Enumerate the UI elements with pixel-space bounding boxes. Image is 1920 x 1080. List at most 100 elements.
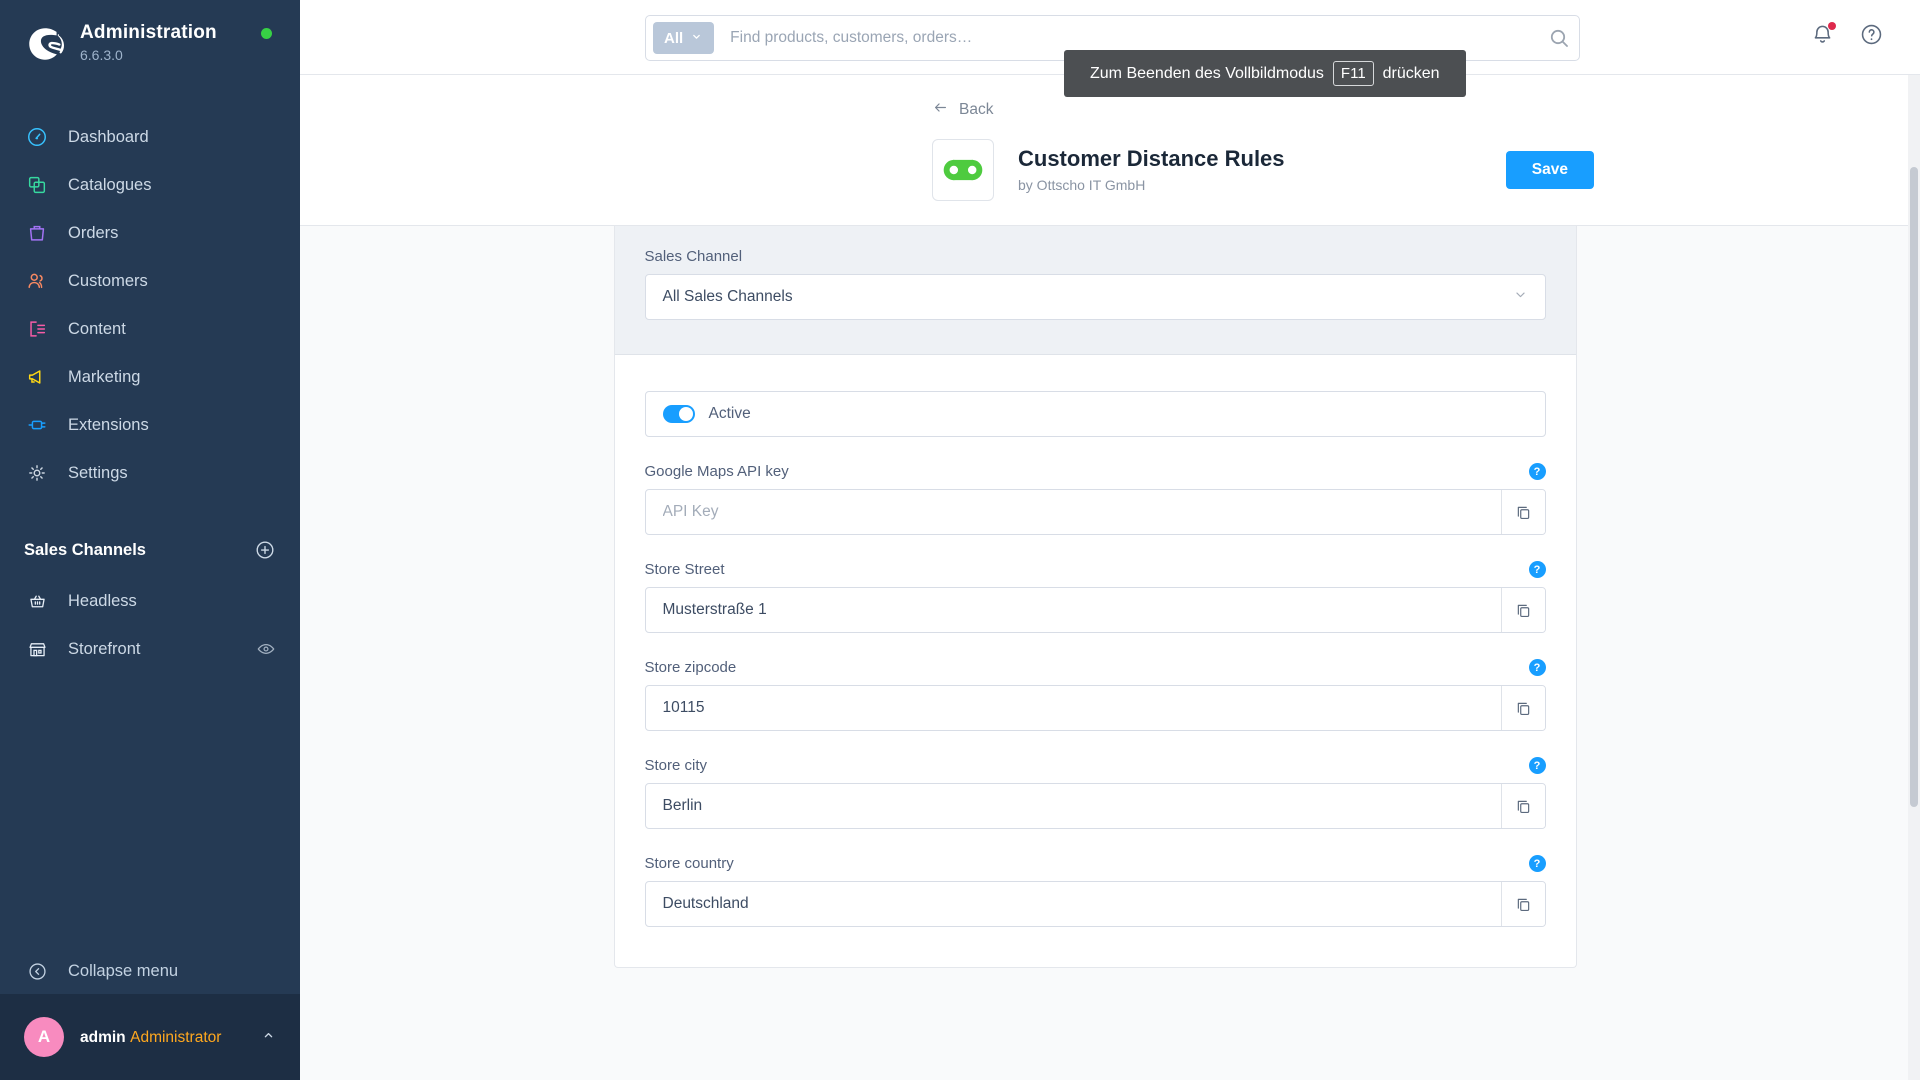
back-label: Back: [959, 101, 994, 118]
copy-icon[interactable]: [1500, 784, 1545, 828]
orders-icon: [24, 220, 50, 246]
content-icon: [24, 316, 50, 342]
sidebar-item-label: Catalogues: [68, 176, 152, 194]
page-title: Customer Distance Rules: [1018, 145, 1285, 171]
back-link[interactable]: Back: [932, 99, 993, 121]
question-circle-icon[interactable]: [1859, 22, 1884, 47]
notification-badge: [1828, 22, 1836, 30]
help-icon[interactable]: ?: [1528, 463, 1546, 480]
bell-icon[interactable]: [1810, 22, 1836, 47]
copy-icon[interactable]: [1500, 588, 1545, 632]
chevron-up-icon[interactable]: [261, 1028, 276, 1046]
sales-channel-select[interactable]: All Sales Channels: [644, 274, 1546, 320]
fullscreen-toast-text-after: drücken: [1382, 64, 1440, 82]
field-store-city: Store city ?: [644, 757, 1546, 829]
sidebar-item-catalogues[interactable]: Catalogues: [0, 161, 300, 209]
help-icon[interactable]: ?: [1528, 659, 1546, 676]
search-scope-label: All: [664, 29, 684, 47]
store-street-input[interactable]: [645, 588, 1501, 632]
store-city-input[interactable]: [645, 784, 1501, 828]
user-name: admin: [80, 1028, 126, 1046]
extensions-icon: [24, 412, 50, 438]
field-label: Store country: [644, 855, 734, 872]
sidebar-item-label: Extensions: [68, 416, 149, 434]
sidebar-item-settings[interactable]: Settings: [0, 449, 300, 497]
content-area: Sales Channel All Sales Channels Active: [300, 226, 1920, 1080]
eye-icon[interactable]: [256, 639, 276, 659]
page-subtitle: by Ottscho IT GmbH: [1018, 176, 1146, 193]
search-input[interactable]: [730, 29, 1547, 47]
main-area: All Find products, customers, orders… Zu…: [300, 0, 1920, 1080]
status-dot: [261, 28, 272, 39]
sidebar-item-label: Headless: [68, 592, 137, 610]
chevron-down-icon: [690, 30, 703, 47]
sidebar-item-dashboard[interactable]: Dashboard: [0, 113, 300, 161]
store-country-input[interactable]: [645, 882, 1501, 926]
field-google-maps-api-key: Google Maps API key ?: [644, 463, 1546, 535]
chevron-down-icon: [1512, 286, 1529, 308]
active-toggle[interactable]: [662, 405, 695, 423]
settings-form: Active Google Maps API key ? API Key Sto…: [615, 355, 1576, 967]
page-header: Back Customer Distance Rules by Ottscho …: [300, 75, 1920, 226]
sales-channels-list: Headless Storefront: [0, 577, 300, 673]
arrow-left-icon: [932, 99, 949, 121]
scrollbar-track[interactable]: [1908, 75, 1920, 1080]
fullscreen-exit-toast: Zum Beenden des Vollbildmodus F11 drücke…: [1064, 50, 1466, 97]
field-store-zipcode: Store zipcode ?: [644, 659, 1546, 731]
google-maps-api-key-input[interactable]: [645, 490, 1501, 534]
user-role: Administrator: [130, 1028, 222, 1046]
sales-channel-label: Sales Channel: [644, 248, 743, 265]
plus-circle-icon[interactable]: [254, 539, 276, 561]
field-store-country: Store country ?: [644, 855, 1546, 927]
collapse-menu-label: Collapse menu: [68, 962, 179, 980]
active-toggle-row[interactable]: Active: [644, 391, 1546, 437]
save-button[interactable]: Save: [1505, 151, 1594, 189]
sidebar-item-orders[interactable]: Orders: [0, 209, 300, 257]
dashboard-icon: [24, 124, 50, 150]
active-toggle-label: Active: [708, 405, 751, 422]
field-label: Store Street: [644, 561, 725, 578]
sidebar: Administration 6.6.3.0 Dashboard Catalog…: [0, 0, 300, 1080]
search-scope-dropdown[interactable]: All: [653, 22, 715, 54]
sidebar-item-label: Marketing: [68, 368, 141, 386]
user-menu[interactable]: A admin Administrator: [0, 994, 300, 1080]
sales-channels-title: Sales Channels: [24, 540, 146, 559]
main-navigation: Dashboard Catalogues Orders Customers Co…: [0, 113, 300, 497]
sidebar-item-marketing[interactable]: Marketing: [0, 353, 300, 401]
settings-card: Sales Channel All Sales Channels Active: [613, 226, 1577, 968]
scrollbar-thumb[interactable]: [1910, 167, 1918, 807]
search-icon[interactable]: [1547, 26, 1571, 50]
plugin-logo-icon: [932, 139, 994, 201]
settings-gear-icon: [24, 460, 50, 486]
fullscreen-toast-key: F11: [1332, 61, 1374, 86]
copy-icon[interactable]: [1500, 490, 1545, 534]
copy-icon[interactable]: [1500, 882, 1545, 926]
avatar: A: [24, 1017, 64, 1057]
sidebar-item-label: Content: [68, 320, 126, 338]
help-icon[interactable]: ?: [1528, 561, 1546, 578]
help-icon[interactable]: ?: [1528, 757, 1546, 774]
brand-header[interactable]: Administration 6.6.3.0: [0, 0, 300, 69]
collapse-menu-button[interactable]: Collapse menu: [0, 948, 300, 994]
sales-channels-section-header: Sales Channels: [0, 533, 300, 567]
customers-icon: [24, 268, 50, 294]
sidebar-item-customers[interactable]: Customers: [0, 257, 300, 305]
sidebar-item-label: Customers: [68, 272, 148, 290]
help-icon[interactable]: ?: [1528, 855, 1546, 872]
brand-version: 6.6.3.0: [80, 47, 123, 63]
sales-channel-value: All Sales Channels: [662, 288, 793, 305]
sidebar-item-label: Storefront: [68, 640, 141, 658]
sidebar-item-storefront[interactable]: Storefront: [0, 625, 300, 673]
sidebar-item-label: Dashboard: [68, 128, 149, 146]
sidebar-item-content[interactable]: Content: [0, 305, 300, 353]
field-label: Store city: [644, 757, 708, 774]
copy-icon[interactable]: [1500, 686, 1545, 730]
topbar-actions: [1810, 22, 1884, 47]
sidebar-item-extensions[interactable]: Extensions: [0, 401, 300, 449]
chevron-left-circle-icon: [24, 958, 50, 984]
catalogues-icon: [24, 172, 50, 198]
store-zipcode-input[interactable]: [645, 686, 1501, 730]
sales-channel-section: Sales Channel All Sales Channels: [614, 226, 1576, 355]
sidebar-item-headless[interactable]: Headless: [0, 577, 300, 625]
marketing-icon: [24, 364, 50, 390]
